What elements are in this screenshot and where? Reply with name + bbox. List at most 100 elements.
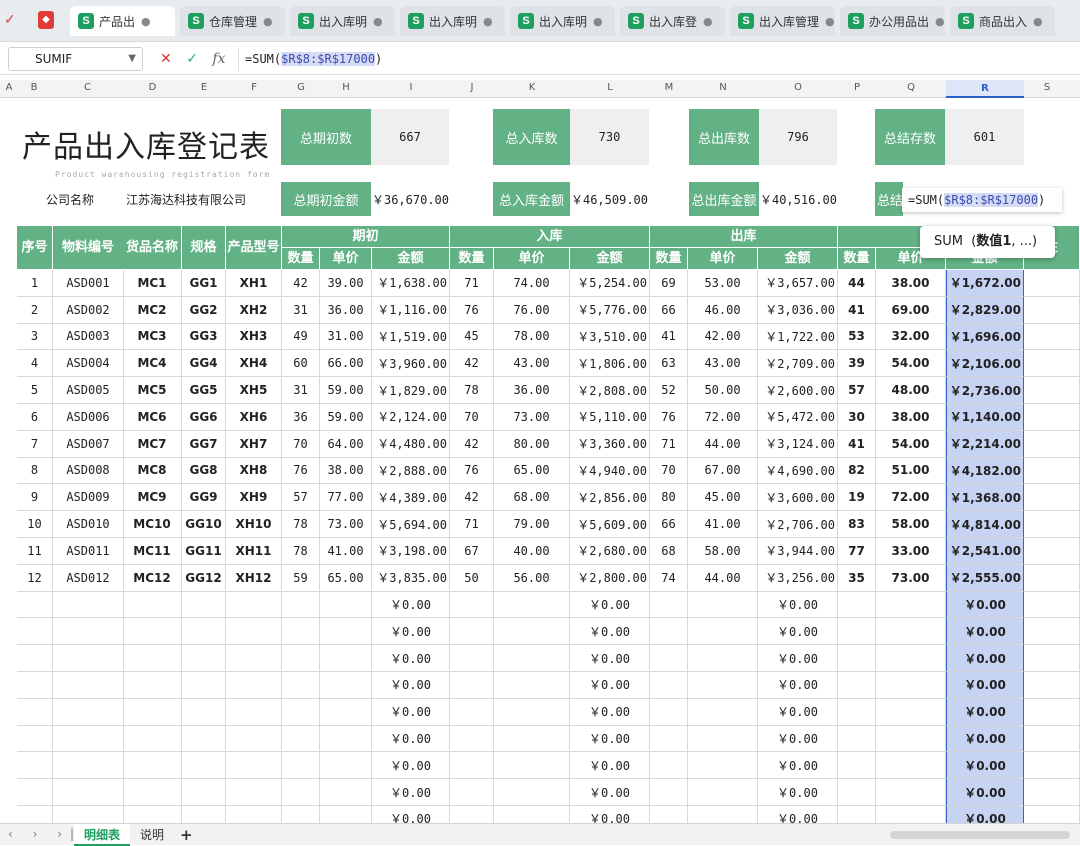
tab-close-icon[interactable]: ● bbox=[141, 15, 151, 28]
table-cell[interactable] bbox=[650, 806, 688, 823]
table-cell[interactable]: 73.00 bbox=[876, 564, 946, 592]
table-cell[interactable] bbox=[320, 618, 372, 646]
table-cell[interactable]: 82 bbox=[838, 457, 876, 485]
table-cell[interactable] bbox=[1024, 323, 1080, 351]
table-cell[interactable] bbox=[17, 779, 53, 806]
document-tab[interactable]: S 出入库管理 ● bbox=[730, 6, 835, 36]
table-cell[interactable]: 41.00 bbox=[688, 511, 758, 538]
table-cell[interactable]: 2 bbox=[17, 296, 53, 324]
table-cell[interactable] bbox=[182, 779, 226, 806]
table-cell[interactable]: 58.00 bbox=[688, 538, 758, 565]
column-header-g[interactable]: G bbox=[282, 82, 320, 93]
table-cell[interactable]: ￥0.00 bbox=[570, 725, 650, 753]
table-cell[interactable]: ￥0.00 bbox=[758, 591, 838, 619]
table-cell[interactable] bbox=[494, 752, 570, 780]
table-cell[interactable]: ￥0.00 bbox=[946, 618, 1024, 646]
table-cell[interactable]: ￥2,706.00 bbox=[758, 511, 838, 538]
name-box[interactable]: SUMIF ▼ bbox=[8, 47, 143, 71]
formula-input[interactable]: =SUM($R$8:$R$17000) bbox=[238, 47, 382, 71]
table-cell[interactable]: XH1 bbox=[226, 270, 282, 297]
table-cell[interactable]: 38.00 bbox=[876, 404, 946, 431]
table-cell[interactable]: 50.00 bbox=[688, 377, 758, 404]
table-cell[interactable]: ASD011 bbox=[53, 538, 124, 565]
table-cell[interactable]: ￥0.00 bbox=[570, 698, 650, 726]
document-tab[interactable]: S 产品出 ● bbox=[70, 6, 175, 36]
table-cell[interactable]: ASD009 bbox=[53, 484, 124, 512]
table-cell[interactable]: 36.00 bbox=[494, 377, 570, 404]
table-cell[interactable]: ￥1,806.00 bbox=[570, 350, 650, 378]
table-cell[interactable]: 5 bbox=[17, 377, 53, 404]
table-cell[interactable] bbox=[876, 618, 946, 646]
table-cell[interactable] bbox=[17, 698, 53, 726]
table-cell[interactable] bbox=[1024, 698, 1080, 726]
table-cell[interactable]: 32.00 bbox=[876, 323, 946, 351]
table-cell[interactable]: 12 bbox=[17, 564, 53, 592]
worksheet[interactable]: 产品出入库登记表 Product warehousing registratio… bbox=[0, 98, 1080, 823]
sheet-nav-arrows-icon[interactable]: ‹ › ›| bbox=[8, 827, 82, 841]
table-cell[interactable]: 48.00 bbox=[876, 377, 946, 404]
table-cell[interactable] bbox=[17, 591, 53, 619]
document-tab[interactable]: S 办公用品出 ● bbox=[840, 6, 945, 36]
table-cell[interactable]: ￥3,600.00 bbox=[758, 484, 838, 512]
table-cell[interactable] bbox=[1024, 511, 1080, 538]
table-cell[interactable]: 4 bbox=[17, 350, 53, 378]
document-tab[interactable]: S 出入库明 ● bbox=[290, 6, 395, 36]
table-cell[interactable]: 35 bbox=[838, 564, 876, 592]
table-cell[interactable]: ￥2,680.00 bbox=[570, 538, 650, 565]
document-tab[interactable]: S 出入库登 ● bbox=[620, 6, 725, 36]
column-header-d[interactable]: D bbox=[123, 82, 182, 93]
table-cell[interactable] bbox=[123, 779, 182, 806]
table-cell[interactable]: GG10 bbox=[182, 511, 226, 538]
table-cell[interactable] bbox=[182, 618, 226, 646]
table-cell[interactable] bbox=[123, 698, 182, 726]
table-cell[interactable]: 19 bbox=[838, 484, 876, 512]
table-cell[interactable]: 77.00 bbox=[320, 484, 372, 512]
table-cell[interactable]: 50 bbox=[450, 564, 494, 592]
table-cell[interactable]: MC6 bbox=[123, 404, 182, 431]
table-cell[interactable]: 46.00 bbox=[688, 296, 758, 324]
document-tab[interactable]: S 仓库管理 ● bbox=[180, 6, 285, 36]
table-cell[interactable] bbox=[53, 618, 124, 646]
column-header-s[interactable]: S bbox=[1024, 82, 1070, 93]
table-cell[interactable]: 74 bbox=[650, 564, 688, 592]
table-cell[interactable]: 60 bbox=[282, 350, 320, 378]
table-cell[interactable]: ASD008 bbox=[53, 457, 124, 485]
table-cell[interactable] bbox=[838, 752, 876, 780]
table-cell[interactable]: 39 bbox=[838, 350, 876, 378]
table-cell[interactable]: ￥5,609.00 bbox=[570, 511, 650, 538]
table-cell[interactable]: ￥2,800.00 bbox=[570, 564, 650, 592]
table-cell[interactable]: ￥2,106.00 bbox=[946, 350, 1024, 378]
table-cell[interactable]: 6 bbox=[17, 404, 53, 431]
column-header-q[interactable]: Q bbox=[876, 82, 946, 93]
table-cell[interactable] bbox=[226, 591, 282, 619]
table-cell[interactable]: 44 bbox=[838, 270, 876, 297]
tab-close-icon[interactable]: ● bbox=[935, 15, 945, 28]
table-cell[interactable] bbox=[876, 672, 946, 699]
table-cell[interactable]: ￥0.00 bbox=[758, 806, 838, 823]
table-cell[interactable]: 31.00 bbox=[320, 323, 372, 351]
table-cell[interactable]: ￥0.00 bbox=[570, 806, 650, 823]
table-cell[interactable]: ￥4,814.00 bbox=[946, 511, 1024, 538]
table-cell[interactable] bbox=[494, 698, 570, 726]
table-cell[interactable]: ￥3,510.00 bbox=[570, 323, 650, 351]
table-cell[interactable]: ￥1,140.00 bbox=[946, 404, 1024, 431]
table-cell[interactable] bbox=[182, 698, 226, 726]
tab-close-icon[interactable]: ● bbox=[483, 15, 493, 28]
table-cell[interactable]: ￥2,555.00 bbox=[946, 564, 1024, 592]
table-cell[interactable] bbox=[123, 672, 182, 699]
table-cell[interactable]: 52 bbox=[650, 377, 688, 404]
table-cell[interactable]: 72.00 bbox=[688, 404, 758, 431]
table-cell[interactable] bbox=[494, 645, 570, 672]
table-cell[interactable]: 53.00 bbox=[688, 270, 758, 297]
table-cell[interactable] bbox=[450, 645, 494, 672]
column-header-k[interactable]: K bbox=[494, 82, 570, 93]
table-cell[interactable]: ASD002 bbox=[53, 296, 124, 324]
table-cell[interactable]: ￥0.00 bbox=[758, 618, 838, 646]
table-cell[interactable] bbox=[1024, 350, 1080, 378]
table-cell[interactable]: 33.00 bbox=[876, 538, 946, 565]
add-sheet-icon[interactable]: + bbox=[180, 824, 193, 846]
table-cell[interactable]: 74.00 bbox=[494, 270, 570, 297]
column-header-a[interactable]: A bbox=[2, 82, 16, 93]
table-cell[interactable] bbox=[838, 698, 876, 726]
table-cell[interactable]: 80.00 bbox=[494, 430, 570, 458]
